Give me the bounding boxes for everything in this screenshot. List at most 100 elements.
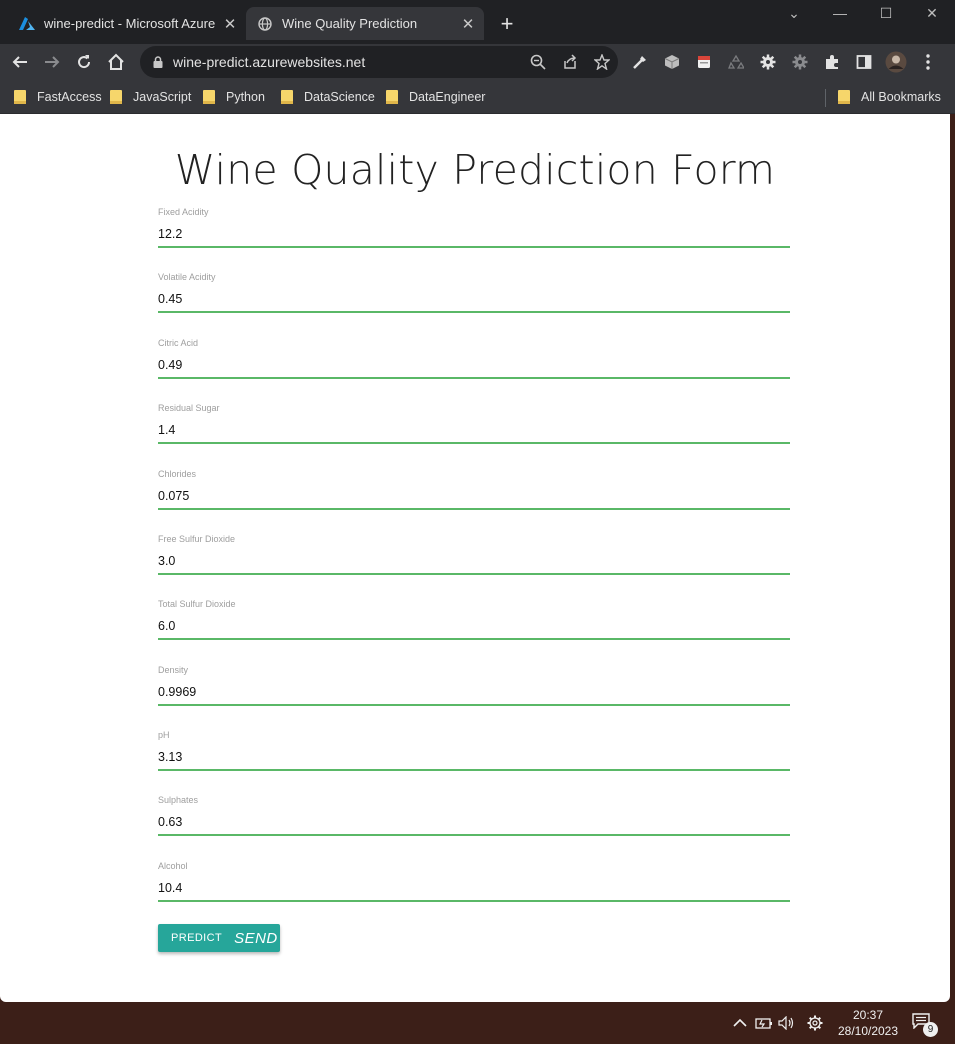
reload-icon[interactable] bbox=[70, 48, 98, 76]
bookmark-datascience[interactable]: DataScience bbox=[281, 87, 375, 107]
volume-icon[interactable] bbox=[778, 1014, 796, 1032]
tab-search-icon[interactable]: ⌄ bbox=[771, 0, 817, 26]
bookmark-javascript[interactable]: JavaScript bbox=[110, 87, 191, 107]
ph-input[interactable] bbox=[158, 744, 790, 770]
taskbar: 20:37 28/10/2023 9 bbox=[0, 1002, 955, 1044]
citric-acid-input[interactable] bbox=[158, 352, 790, 378]
close-window-button[interactable]: ✕ bbox=[909, 0, 955, 26]
azure-logo-icon bbox=[19, 16, 35, 32]
window-controls: ⌄ — ☐ ✕ bbox=[771, 0, 955, 30]
bookmark-dataengineer[interactable]: DataEngineer bbox=[386, 87, 485, 107]
bookmark-label: FastAccess bbox=[37, 90, 102, 104]
residual-sugar-input[interactable] bbox=[158, 417, 790, 443]
close-tab-icon[interactable]: ✕ bbox=[220, 14, 240, 34]
bookmarks-divider bbox=[825, 89, 826, 107]
folder-icon bbox=[203, 90, 215, 104]
field-alcohol: Alcohol bbox=[158, 861, 790, 911]
zoom-icon[interactable] bbox=[522, 54, 554, 70]
clock-time: 20:37 bbox=[852, 1008, 884, 1022]
taskbar-clock[interactable]: 20:37 28/10/2023 bbox=[834, 1007, 902, 1039]
field-chlorides: Chlorides bbox=[158, 469, 790, 519]
input-underline bbox=[158, 442, 790, 444]
notifications-button[interactable]: 9 bbox=[912, 1013, 938, 1037]
folder-icon bbox=[838, 90, 850, 104]
profile-avatar[interactable] bbox=[883, 49, 909, 75]
input-underline bbox=[158, 638, 790, 640]
input-underline bbox=[158, 834, 790, 836]
field-free-sulfur-dioxide: Free Sulfur Dioxide bbox=[158, 534, 790, 584]
field-label: Sulphates bbox=[158, 795, 199, 805]
bookmark-python[interactable]: Python bbox=[203, 87, 265, 107]
side-panel-icon[interactable] bbox=[851, 49, 877, 75]
forward-icon[interactable] bbox=[38, 48, 66, 76]
density-input[interactable] bbox=[158, 679, 790, 705]
field-label: Free Sulfur Dioxide bbox=[158, 534, 236, 544]
field-label: Volatile Acidity bbox=[158, 272, 216, 282]
clock-date: 28/10/2023 bbox=[837, 1024, 899, 1038]
field-citric-acid: Citric Acid bbox=[158, 338, 790, 388]
predict-button-label: PREDICT bbox=[171, 932, 223, 944]
tab-title: wine-predict - Microsoft Azure bbox=[44, 16, 216, 31]
maximize-button[interactable]: ☐ bbox=[863, 0, 909, 26]
tab-azure[interactable]: wine-predict - Microsoft Azure ✕ bbox=[8, 7, 246, 40]
bookmark-fastaccess[interactable]: FastAccess bbox=[14, 87, 102, 107]
field-label: Fixed Acidity bbox=[158, 207, 209, 217]
field-label: Chlorides bbox=[158, 469, 197, 479]
share-icon[interactable] bbox=[554, 54, 586, 70]
input-underline bbox=[158, 573, 790, 575]
field-label: pH bbox=[158, 730, 170, 740]
bookmarks-bar: FastAccess JavaScript Python DataScience… bbox=[0, 80, 955, 114]
field-label: Residual Sugar bbox=[158, 403, 220, 413]
sulphates-input[interactable] bbox=[158, 809, 790, 835]
notification-count-badge: 9 bbox=[923, 1022, 938, 1037]
bookmark-star-icon[interactable] bbox=[586, 54, 618, 70]
field-label: Total Sulfur Dioxide bbox=[158, 599, 236, 609]
tab-wine-quality[interactable]: Wine Quality Prediction ✕ bbox=[246, 7, 484, 40]
folder-icon bbox=[386, 90, 398, 104]
field-sulphates: Sulphates bbox=[158, 795, 790, 845]
home-icon[interactable] bbox=[102, 48, 130, 76]
field-label: Density bbox=[158, 665, 189, 675]
back-icon[interactable] bbox=[6, 48, 34, 76]
field-volatile-acidity: Volatile Acidity bbox=[158, 272, 790, 322]
input-underline bbox=[158, 377, 790, 379]
new-tab-button[interactable]: + bbox=[494, 11, 520, 37]
tab-title: Wine Quality Prediction bbox=[282, 16, 418, 31]
all-bookmarks[interactable]: All Bookmarks bbox=[838, 87, 941, 107]
fixed-acidity-input[interactable] bbox=[158, 221, 790, 247]
bookmark-label: DataScience bbox=[304, 90, 375, 104]
gear-outline-extension-icon[interactable] bbox=[787, 49, 813, 75]
input-underline bbox=[158, 900, 790, 902]
field-density: Density bbox=[158, 665, 790, 715]
cube-extension-icon[interactable] bbox=[659, 49, 685, 75]
menu-kebab-icon[interactable] bbox=[915, 49, 941, 75]
field-label: Citric Acid bbox=[158, 338, 199, 348]
field-fixed-acidity: Fixed Acidity bbox=[158, 207, 790, 257]
predict-button[interactable]: PREDICT SEND bbox=[158, 924, 280, 952]
settings-gear-icon[interactable] bbox=[806, 1014, 824, 1032]
lock-icon[interactable] bbox=[150, 56, 166, 68]
browser-toolbar: wine-predict.azurewebsites.net bbox=[0, 44, 955, 80]
calendar-extension-icon[interactable] bbox=[691, 49, 717, 75]
bookmark-label: DataEngineer bbox=[409, 90, 486, 104]
extensions-puzzle-icon[interactable] bbox=[819, 49, 845, 75]
url-text[interactable]: wine-predict.azurewebsites.net bbox=[173, 54, 522, 70]
address-bar[interactable]: wine-predict.azurewebsites.net bbox=[140, 46, 618, 78]
chevron-up-icon[interactable] bbox=[731, 1014, 749, 1032]
gear-extension-icon[interactable] bbox=[755, 49, 781, 75]
eyedropper-extension-icon[interactable] bbox=[627, 49, 653, 75]
bookmark-label: Python bbox=[226, 90, 265, 104]
alcohol-input[interactable] bbox=[158, 875, 790, 901]
total-sulfur-dioxide-input[interactable] bbox=[158, 613, 790, 639]
input-underline bbox=[158, 311, 790, 313]
field-residual-sugar: Residual Sugar bbox=[158, 403, 790, 453]
close-tab-icon[interactable]: ✕ bbox=[458, 14, 478, 34]
volatile-acidity-input[interactable] bbox=[158, 286, 790, 312]
recycle-extension-icon[interactable] bbox=[723, 49, 749, 75]
free-sulfur-dioxide-input[interactable] bbox=[158, 548, 790, 574]
input-underline bbox=[158, 769, 790, 771]
chlorides-input[interactable] bbox=[158, 483, 790, 509]
folder-icon bbox=[281, 90, 293, 104]
minimize-button[interactable]: — bbox=[817, 0, 863, 26]
battery-icon[interactable] bbox=[755, 1014, 773, 1032]
